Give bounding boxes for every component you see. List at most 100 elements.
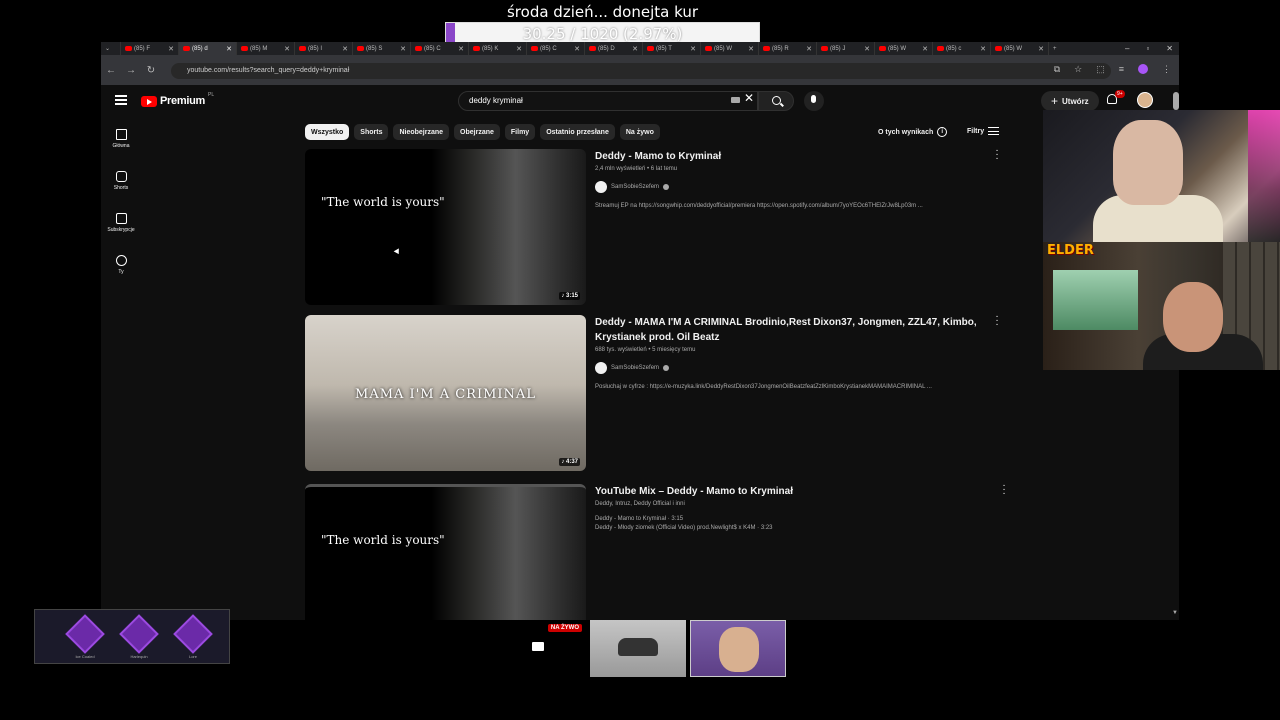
preview-face[interactable] xyxy=(690,620,786,677)
about-results[interactable]: O tych wynikach i xyxy=(878,127,948,137)
close-tab-icon[interactable]: ✕ xyxy=(980,45,986,53)
stream-screen: środa dzień... donejta kur 30.25 / 1020 … xyxy=(0,0,1280,720)
close-tab-icon[interactable]: ✕ xyxy=(226,45,232,53)
youtube-logo[interactable]: Premium PL xyxy=(141,92,214,107)
browser-tab[interactable]: (85) F ✕ xyxy=(121,42,179,55)
close-tab-icon[interactable]: ✕ xyxy=(1038,45,1044,53)
create-button[interactable]: + Utwórz xyxy=(1041,91,1099,111)
browser-tab[interactable]: (85) S ✕ xyxy=(353,42,411,55)
filter-chip[interactable]: Shorts xyxy=(354,124,389,140)
video-title[interactable]: Deddy - Mamo to Kryminał xyxy=(595,149,995,164)
close-tab-icon[interactable]: ✕ xyxy=(690,45,696,53)
search-input[interactable]: deddy kryminał xyxy=(458,91,758,111)
youtube-favicon-icon xyxy=(531,46,538,51)
scrollbar-thumb[interactable] xyxy=(1173,92,1179,110)
channel-name[interactable]: SamSobieSzefem xyxy=(611,184,659,190)
search-button[interactable] xyxy=(758,91,794,111)
browser-tab[interactable]: (85) D ✕ xyxy=(585,42,643,55)
media-icon[interactable]: ≡ xyxy=(1119,64,1124,75)
video-thumbnail[interactable]: MAMA I'M A CRIMINAL ♪ 4:37 xyxy=(305,315,586,471)
browser-tab[interactable]: (85) J ✕ xyxy=(817,42,875,55)
browser-tab[interactable]: (85) I ✕ xyxy=(295,42,353,55)
browser-tab[interactable]: (85) M ✕ xyxy=(237,42,295,55)
forward-icon[interactable]: → xyxy=(121,65,141,76)
browser-tab[interactable]: (85) W ✕ xyxy=(701,42,759,55)
url-field[interactable]: youtube.com/results?search_query=deddy+k… xyxy=(171,63,1111,79)
tab-search-icon[interactable]: ⌄ xyxy=(101,42,121,55)
scroll-down-icon[interactable]: ▼ xyxy=(1172,610,1178,616)
sidebar-item[interactable]: Główna xyxy=(101,125,141,167)
channel-name[interactable]: SamSobieSzefem xyxy=(611,365,659,371)
keyboard-icon[interactable] xyxy=(731,97,740,103)
close-tab-icon[interactable]: ✕ xyxy=(458,45,464,53)
filter-chip[interactable]: Na żywo xyxy=(619,124,660,140)
close-tab-icon[interactable]: ✕ xyxy=(400,45,406,53)
sidebar-item[interactable]: Shorts xyxy=(101,167,141,209)
video-title[interactable]: Deddy - MAMA I'M A CRIMINAL Brodinio,Res… xyxy=(595,315,995,345)
back-icon[interactable]: ← xyxy=(101,65,121,76)
filter-chip[interactable]: Wszystko xyxy=(305,124,350,140)
close-tab-icon[interactable]: ✕ xyxy=(574,45,580,53)
install-icon[interactable]: ⧉ xyxy=(1054,64,1060,75)
close-tab-icon[interactable]: ✕ xyxy=(168,45,174,53)
close-tab-icon[interactable]: ✕ xyxy=(632,45,638,53)
channel-row[interactable]: SamSobieSzefem xyxy=(595,181,995,193)
filter-chip[interactable]: Obejrzane xyxy=(454,124,500,140)
browser-tab[interactable]: (85) W ✕ xyxy=(875,42,933,55)
video-thumbnail[interactable]: "The world is yours" ♪ 3:15 xyxy=(305,149,586,305)
preview-screen[interactable]: NA ŻYWO xyxy=(490,620,586,677)
browser-tab[interactable]: (85) c ✕ xyxy=(933,42,991,55)
youtube-favicon-icon xyxy=(125,46,132,51)
browser-tab[interactable]: (85) C ✕ xyxy=(527,42,585,55)
profile-icon[interactable] xyxy=(1138,64,1148,74)
mix-item[interactable]: Deddy - Mamo to Kryminał · 3:15 xyxy=(595,516,995,522)
extensions-icon[interactable]: ⬚ xyxy=(1096,64,1105,75)
close-tab-icon[interactable]: ✕ xyxy=(748,45,754,53)
minimize-icon[interactable]: – xyxy=(1125,44,1129,53)
filter-chip[interactable]: Filmy xyxy=(504,124,536,140)
hamburger-menu-icon[interactable] xyxy=(115,95,127,105)
more-vert-icon[interactable]: · · · xyxy=(995,146,999,164)
voice-search-button[interactable] xyxy=(804,91,824,111)
filter-chip[interactable]: Nieobejrzane xyxy=(393,124,450,140)
channel-avatar[interactable] xyxy=(595,181,607,193)
maximize-icon[interactable]: ▫ xyxy=(1146,44,1149,53)
more-vert-icon[interactable]: · · · xyxy=(1002,481,1006,499)
menu-dots-icon[interactable]: ⋮ xyxy=(1162,64,1171,75)
close-tab-icon[interactable]: ✕ xyxy=(864,45,870,53)
preview-car[interactable] xyxy=(590,620,686,677)
close-tab-icon[interactable]: ✕ xyxy=(516,45,522,53)
sidebar-item[interactable]: Ty xyxy=(101,251,141,293)
clear-icon[interactable]: ✕ xyxy=(744,91,754,105)
browser-tab[interactable]: (85) K ✕ xyxy=(469,42,527,55)
browser-tab[interactable]: (85) W ✕ xyxy=(991,42,1049,55)
filters-button[interactable]: Filtry xyxy=(967,127,1000,135)
close-tab-icon[interactable]: ✕ xyxy=(342,45,348,53)
browser-tab[interactable]: (85) R ✕ xyxy=(759,42,817,55)
skin-item: Ice Coaled xyxy=(63,614,107,660)
channel-avatar[interactable] xyxy=(595,362,607,374)
sidebar-item[interactable]: Subskrypcje xyxy=(101,209,141,251)
avatar[interactable] xyxy=(1137,92,1153,108)
browser-tab[interactable]: (85) T ✕ xyxy=(643,42,701,55)
reload-icon[interactable]: ↻ xyxy=(141,65,161,76)
video-title[interactable]: YouTube Mix – Deddy - Mamo to Kryminał xyxy=(595,484,995,499)
close-tab-icon[interactable]: ✕ xyxy=(922,45,928,53)
face-image xyxy=(719,627,759,672)
channel-row[interactable]: SamSobieSzefem xyxy=(595,362,995,374)
more-vert-icon[interactable]: · · · xyxy=(995,312,999,330)
close-tab-icon[interactable]: ✕ xyxy=(806,45,812,53)
notification-badge: 9+ xyxy=(1115,90,1125,98)
filter-chip[interactable]: Ostatnio przesłane xyxy=(540,124,615,140)
skin-item: Harlequin xyxy=(117,614,161,660)
browser-tab[interactable]: (85) d ✕ xyxy=(179,42,237,55)
close-tab-icon[interactable]: ✕ xyxy=(284,45,290,53)
sidebar: Główna Shorts Subskrypcje Ty xyxy=(101,125,141,293)
video-meta: 2,4 mln wyświetleń • 6 lat temu xyxy=(595,166,678,172)
close-icon[interactable]: ✕ xyxy=(1166,44,1173,53)
mix-item[interactable]: Deddy - Młody ziomek (Official Video) pr… xyxy=(595,525,995,531)
new-tab-button[interactable]: + xyxy=(1049,42,1069,55)
bookmark-star-icon[interactable]: ☆ xyxy=(1074,64,1082,75)
browser-tab[interactable]: (85) C ✕ xyxy=(411,42,469,55)
video-thumbnail[interactable]: "The world is yours" xyxy=(305,484,586,620)
